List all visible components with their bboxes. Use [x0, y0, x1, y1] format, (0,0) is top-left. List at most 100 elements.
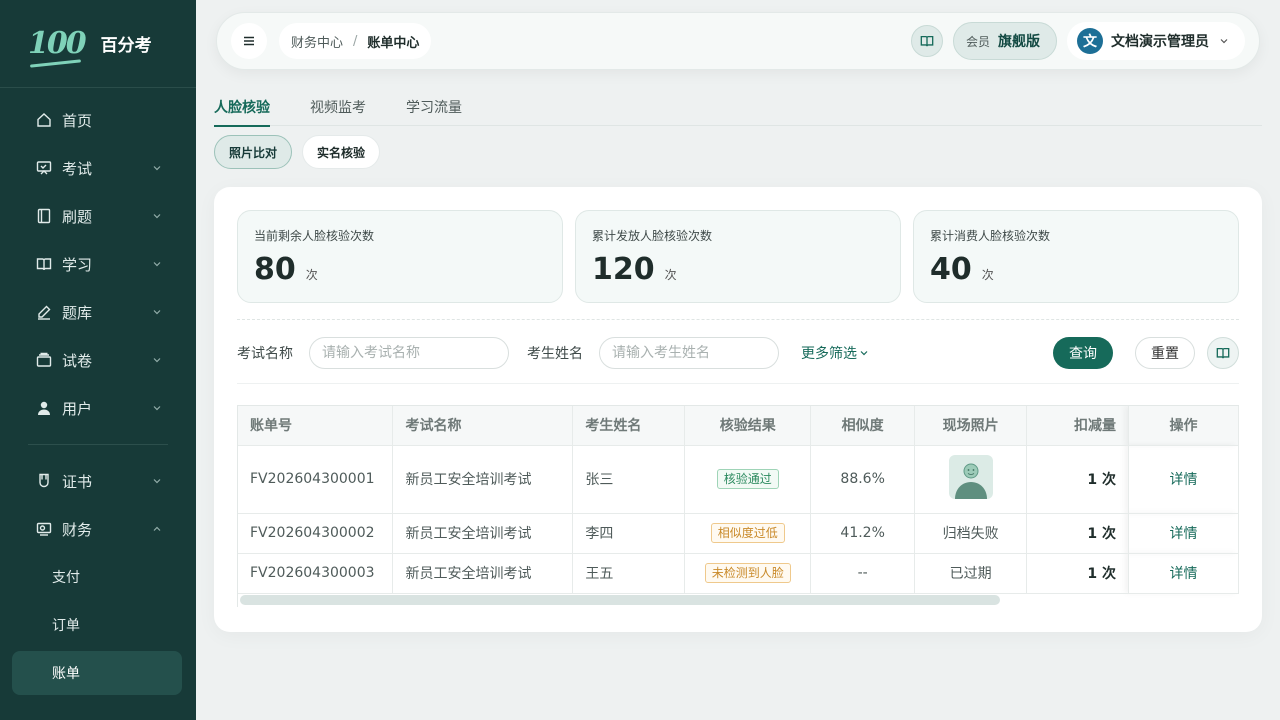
onsite-photo-thumbnail[interactable]: [948, 455, 993, 499]
details-link[interactable]: 详情: [1170, 526, 1198, 542]
chevron-down-icon: [153, 479, 161, 484]
candidate-name: 王五: [572, 553, 686, 594]
photo-status: 已过期: [914, 553, 1028, 594]
main-tabs: 人脸核验 视频监考 学习流量: [214, 92, 1262, 127]
column-header: 扣减量: [1026, 406, 1130, 446]
horizontal-scrollbar[interactable]: [240, 595, 1000, 605]
certificate-icon: [36, 473, 52, 489]
stat-value: 120: [592, 252, 655, 287]
divider: [237, 383, 1239, 384]
sidebar-item-exam[interactable]: 考试: [0, 144, 196, 192]
sidebar-item-label: 财务: [62, 520, 93, 539]
chevron-down-icon: [153, 214, 161, 219]
exam-name-input[interactable]: [309, 337, 509, 369]
result-cell: 相似度过低: [684, 513, 812, 554]
chevron-down-icon: [860, 351, 868, 356]
brand[interactable]: 100 百分考: [0, 0, 196, 88]
sidebar-item-papers[interactable]: 试卷: [0, 336, 196, 384]
column-settings-button[interactable]: [1207, 337, 1239, 369]
photo-status: 归档失败: [914, 513, 1028, 554]
stat-label: 当前剩余人脸核验次数: [254, 229, 375, 243]
stat-value-row: 80 次: [254, 252, 546, 287]
stats-row: 当前剩余人脸核验次数 80 次 累计发放人脸核验次数 120 次 累计消费人脸核…: [237, 210, 1251, 303]
sidebar-item-certificate[interactable]: 证书: [0, 457, 196, 505]
tab-study-traffic[interactable]: 学习流量: [406, 92, 462, 126]
sidebar-item-label: 试卷: [62, 351, 93, 370]
details-link[interactable]: 详情: [1170, 566, 1198, 582]
stat-unit: 次: [981, 268, 994, 282]
sidebar-item-label: 首页: [62, 111, 93, 130]
chevron-down-icon: [1220, 39, 1228, 44]
candidate-name-label: 考生姓名: [527, 346, 583, 362]
notebook-icon: [36, 208, 52, 224]
user-name: 文档演示管理员: [1111, 34, 1209, 50]
candidate-name: 张三: [572, 445, 686, 514]
book-icon: [1216, 347, 1230, 359]
user-menu[interactable]: 文 文档演示管理员: [1067, 22, 1245, 60]
deduct-amount: 1 次: [1026, 513, 1130, 554]
stat-value: 80: [254, 252, 296, 287]
sidebar-item-finance[interactable]: 财务: [0, 505, 196, 553]
tab-face-verification[interactable]: 人脸核验: [214, 92, 270, 127]
chevron-down-icon: [153, 406, 161, 411]
reset-button[interactable]: 重置: [1135, 337, 1195, 369]
table-row: FV202604300001 新员工安全培训考试 张三 核验通过 88.6% 1…: [238, 445, 1239, 514]
home-icon: [36, 112, 52, 128]
hamburger-icon: [244, 36, 254, 46]
brand-logo: 100: [28, 26, 87, 61]
similarity: 41.2%: [810, 513, 916, 554]
sidebar-item-study[interactable]: 学习: [0, 240, 196, 288]
bill-number: FV202604300002: [238, 513, 394, 554]
query-button[interactable]: 查询: [1053, 337, 1113, 369]
top-header: 财务中心 / 账单中心 会员 旗舰版 文 文档演示管理员: [216, 12, 1260, 70]
docs-button[interactable]: [910, 25, 943, 57]
candidate-name-input[interactable]: [599, 337, 779, 369]
sidebar-item-users[interactable]: 用户: [0, 384, 196, 432]
exam-name: 新员工安全培训考试: [392, 553, 574, 594]
pen-icon: [36, 304, 52, 320]
tab-video-proctoring[interactable]: 视频监考: [310, 92, 366, 126]
deduct-amount: 1 次: [1026, 553, 1130, 594]
sub-tabs: 照片比对 实名核验: [214, 135, 390, 169]
stat-value: 40: [930, 252, 972, 287]
column-header: 账单号: [238, 406, 394, 446]
column-header: 操作: [1128, 406, 1239, 446]
sidebar-subitem-bills[interactable]: 账单: [12, 651, 182, 695]
stat-unit: 次: [664, 268, 677, 282]
exam-icon: [36, 160, 52, 176]
column-header: 考试名称: [392, 406, 574, 446]
avatar: 文: [1077, 28, 1103, 54]
breadcrumb-parent[interactable]: 财务中心: [291, 32, 343, 51]
sidebar-item-question-bank[interactable]: 题库: [0, 288, 196, 336]
sidebar-item-practice[interactable]: 刷题: [0, 192, 196, 240]
sidebar-subitem-orders[interactable]: 订单: [0, 601, 196, 649]
sidebar-nav: 首页 考试 刷题 学习 题库 试卷 用户 证书 财务 支付 订单 账单: [0, 88, 196, 695]
sidebar-item-home[interactable]: 首页: [0, 96, 196, 144]
action-cell: 详情: [1128, 445, 1239, 514]
bill-number: FV202604300003: [238, 553, 394, 594]
subtab-realname-verify[interactable]: 实名核验: [302, 135, 381, 169]
table-row: FV202604300003 新员工安全培训考试 王五 未检测到人脸 -- 已过…: [238, 553, 1239, 594]
stat-card-consumed: 累计消费人脸核验次数 40 次: [913, 210, 1239, 303]
column-header: 核验结果: [684, 406, 812, 446]
subtab-photo-compare[interactable]: 照片比对: [214, 135, 293, 169]
photo-cell: [914, 445, 1028, 514]
chevron-down-icon: [153, 262, 161, 267]
content-card: 当前剩余人脸核验次数 80 次 累计发放人脸核验次数 120 次 累计消费人脸核…: [214, 187, 1262, 632]
status-badge: 未检测到人脸: [704, 563, 791, 583]
menu-toggle-button[interactable]: [231, 23, 267, 59]
sidebar-item-label: 刷题: [62, 207, 93, 226]
action-cell: 详情: [1128, 553, 1239, 594]
action-cell: 详情: [1128, 513, 1239, 554]
similarity: 88.6%: [810, 445, 916, 514]
sidebar-item-label: 题库: [62, 303, 93, 322]
membership-badge[interactable]: 会员 旗舰版: [952, 22, 1057, 60]
breadcrumb: 财务中心 / 账单中心: [279, 23, 432, 59]
person-avatar-icon: [954, 463, 987, 499]
sidebar: 100 百分考 首页 考试 刷题 学习 题库 试卷 用户 证书 财务 支付 订单…: [0, 0, 196, 720]
chevron-up-icon: [153, 526, 161, 531]
user-icon: [36, 400, 52, 416]
details-link[interactable]: 详情: [1170, 472, 1198, 488]
sidebar-subitem-payment[interactable]: 支付: [0, 553, 196, 601]
more-filters-link[interactable]: 更多筛选: [801, 343, 869, 363]
